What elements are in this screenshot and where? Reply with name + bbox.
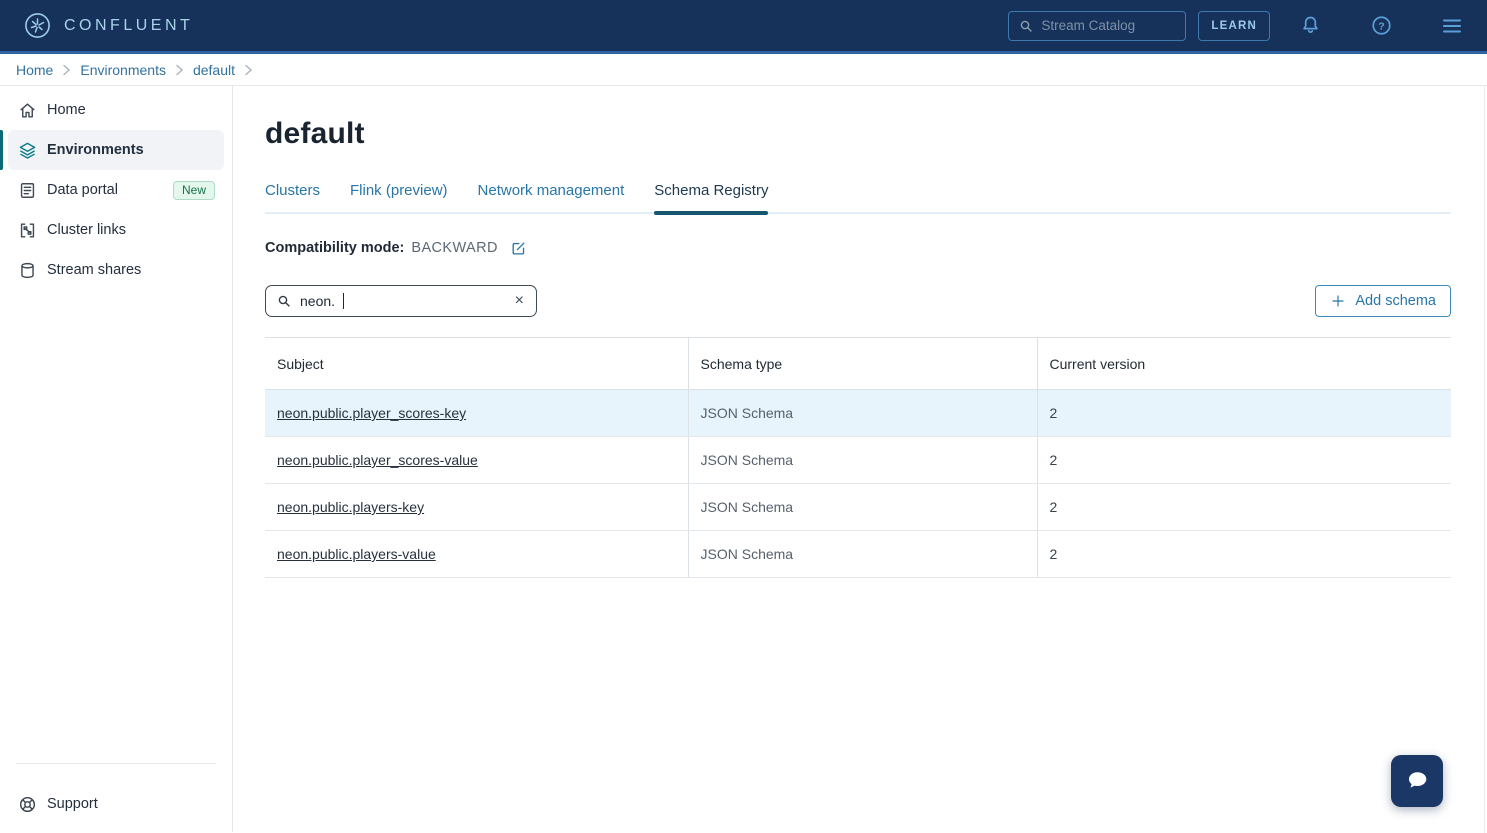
confluent-logo[interactable]: CONFLUENT bbox=[24, 12, 193, 39]
edit-compatibility-button[interactable] bbox=[508, 237, 530, 259]
chevron-right-icon bbox=[175, 64, 184, 76]
current-version-cell: 2 bbox=[1037, 484, 1451, 531]
schema-type-cell: JSON Schema bbox=[688, 531, 1037, 578]
sidebar-item-home[interactable]: Home bbox=[8, 90, 224, 130]
column-header-current-version: Current version bbox=[1037, 338, 1451, 390]
breadcrumb: Home Environments default bbox=[0, 54, 1487, 86]
sidebar-item-label: Data portal bbox=[47, 182, 118, 198]
stream-catalog-input[interactable] bbox=[1041, 18, 1176, 33]
chat-widget-button[interactable] bbox=[1391, 755, 1443, 807]
sidebar-item-label: Stream shares bbox=[47, 262, 141, 278]
search-icon bbox=[1018, 18, 1034, 34]
tab-flink-preview[interactable]: Flink (preview) bbox=[350, 182, 448, 212]
scrollbar-track-edge bbox=[1484, 86, 1485, 833]
subject-link[interactable]: neon.public.players-value bbox=[277, 546, 436, 562]
help-icon: ? bbox=[1370, 14, 1393, 37]
breadcrumb-environments[interactable]: Environments bbox=[80, 62, 166, 78]
sidebar-item-support[interactable]: Support bbox=[8, 782, 224, 826]
sidebar-item-environments[interactable]: Environments bbox=[8, 130, 224, 170]
current-version-cell: 2 bbox=[1037, 531, 1451, 578]
search-icon bbox=[276, 293, 292, 309]
schema-search-value: neon. bbox=[300, 293, 335, 309]
sidebar-divider bbox=[16, 763, 216, 764]
breadcrumb-home[interactable]: Home bbox=[16, 62, 53, 78]
stream-catalog-search[interactable] bbox=[1008, 11, 1186, 41]
schemas-table: Subject Schema type Current version neon… bbox=[265, 337, 1451, 578]
edit-icon bbox=[510, 240, 527, 257]
table-row[interactable]: neon.public.player_scores-key JSON Schem… bbox=[265, 390, 1451, 437]
sidebar-item-label: Cluster links bbox=[47, 222, 126, 238]
chevron-right-icon bbox=[244, 64, 253, 76]
sidebar-item-stream-shares[interactable]: Stream shares bbox=[8, 250, 224, 290]
notifications-button[interactable] bbox=[1294, 10, 1326, 42]
cluster-links-icon bbox=[18, 221, 37, 240]
top-navbar: CONFLUENT LEARN bbox=[0, 0, 1487, 54]
document-icon bbox=[18, 181, 37, 200]
breadcrumb-default[interactable]: default bbox=[193, 62, 235, 78]
tab-bar: Clusters Flink (preview) Network managem… bbox=[265, 182, 1451, 214]
current-version-cell: 2 bbox=[1037, 390, 1451, 437]
brand-wordmark: CONFLUENT bbox=[64, 17, 193, 35]
help-button[interactable]: ? bbox=[1365, 10, 1397, 42]
plus-icon bbox=[1330, 293, 1346, 309]
column-header-schema-type: Schema type bbox=[688, 338, 1037, 390]
table-controls: neon. × Add schema bbox=[265, 285, 1451, 317]
home-icon bbox=[18, 101, 37, 120]
sidebar: Home Environments Data portal New bbox=[0, 86, 233, 832]
learn-button[interactable]: LEARN bbox=[1198, 11, 1270, 41]
sidebar-item-data-portal[interactable]: Data portal New bbox=[8, 170, 224, 210]
sidebar-item-label: Support bbox=[47, 796, 98, 812]
navbar-actions: LEARN ? bbox=[1008, 10, 1468, 42]
schema-type-cell: JSON Schema bbox=[688, 484, 1037, 531]
column-header-subject: Subject bbox=[265, 338, 688, 390]
chevron-right-icon bbox=[62, 64, 71, 76]
table-row[interactable]: neon.public.players-key JSON Schema 2 bbox=[265, 484, 1451, 531]
tab-clusters[interactable]: Clusters bbox=[265, 182, 320, 212]
sidebar-item-cluster-links[interactable]: Cluster links bbox=[8, 210, 224, 250]
schema-search-input[interactable]: neon. × bbox=[265, 285, 537, 317]
subject-link[interactable]: neon.public.player_scores-key bbox=[277, 405, 466, 421]
database-icon bbox=[18, 261, 37, 280]
main-content: default Clusters Flink (preview) Network… bbox=[233, 86, 1487, 832]
clear-search-button[interactable]: × bbox=[513, 293, 526, 309]
table-row[interactable]: neon.public.players-value JSON Schema 2 bbox=[265, 531, 1451, 578]
compatibility-mode-value: BACKWARD bbox=[411, 240, 497, 256]
schema-type-cell: JSON Schema bbox=[688, 437, 1037, 484]
confluent-starburst-icon bbox=[24, 12, 51, 39]
table-header-row: Subject Schema type Current version bbox=[265, 338, 1451, 390]
compatibility-mode-row: Compatibility mode: BACKWARD bbox=[265, 237, 1451, 259]
tab-schema-registry[interactable]: Schema Registry bbox=[654, 182, 768, 212]
layers-icon bbox=[18, 141, 37, 160]
hamburger-menu-icon bbox=[1440, 14, 1464, 38]
compatibility-mode-label: Compatibility mode: bbox=[265, 240, 404, 256]
page-title: default bbox=[265, 117, 1451, 151]
main-menu-button[interactable] bbox=[1436, 10, 1468, 42]
text-cursor bbox=[343, 293, 344, 309]
subject-link[interactable]: neon.public.players-key bbox=[277, 499, 424, 515]
svg-text:?: ? bbox=[1378, 20, 1384, 32]
new-badge: New bbox=[173, 181, 215, 200]
subject-link[interactable]: neon.public.player_scores-value bbox=[277, 452, 478, 468]
table-row[interactable]: neon.public.player_scores-value JSON Sch… bbox=[265, 437, 1451, 484]
page-layout: Home Environments Data portal New bbox=[0, 86, 1487, 832]
current-version-cell: 2 bbox=[1037, 437, 1451, 484]
add-schema-button[interactable]: Add schema bbox=[1315, 285, 1451, 317]
sidebar-footer: Support bbox=[0, 763, 232, 832]
sidebar-item-label: Home bbox=[47, 102, 86, 118]
app-window: CONFLUENT LEARN bbox=[0, 0, 1487, 833]
sidebar-item-label: Environments bbox=[47, 142, 144, 158]
schema-type-cell: JSON Schema bbox=[688, 390, 1037, 437]
add-schema-label: Add schema bbox=[1355, 293, 1436, 309]
chat-bubble-icon bbox=[1403, 767, 1431, 795]
bell-icon bbox=[1299, 14, 1322, 37]
tab-network-management[interactable]: Network management bbox=[478, 182, 625, 212]
life-buoy-icon bbox=[18, 795, 37, 814]
